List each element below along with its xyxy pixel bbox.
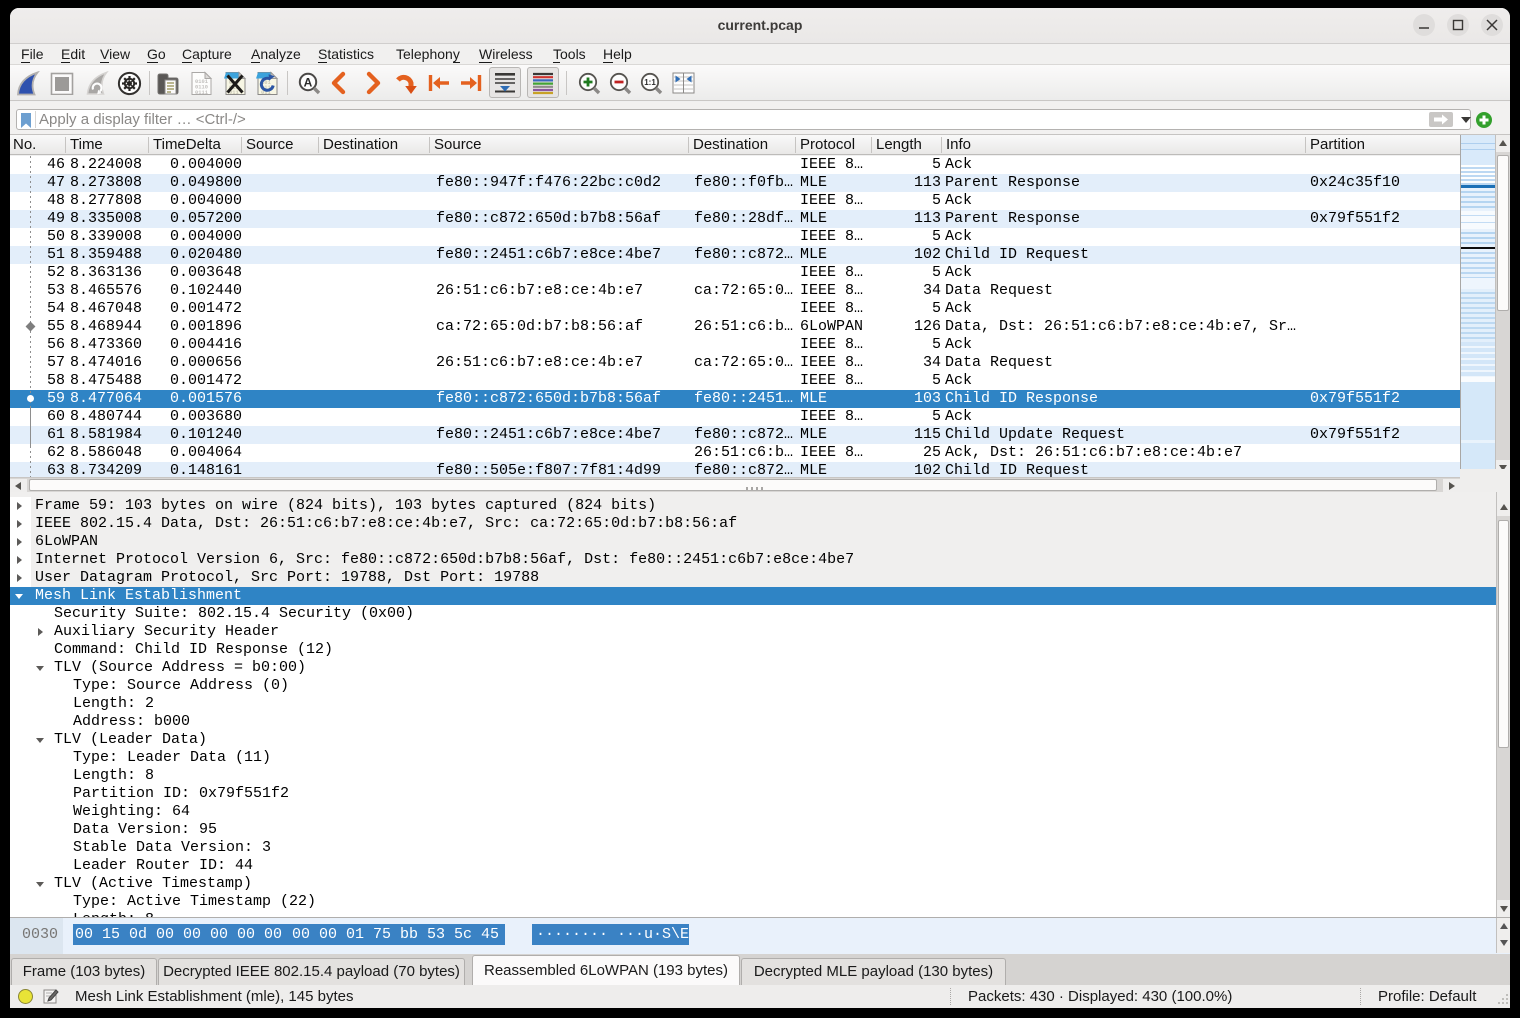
- svg-text:1:1: 1:1: [644, 78, 656, 87]
- svg-text:A: A: [304, 76, 313, 90]
- svg-text:0111: 0111: [195, 90, 208, 96]
